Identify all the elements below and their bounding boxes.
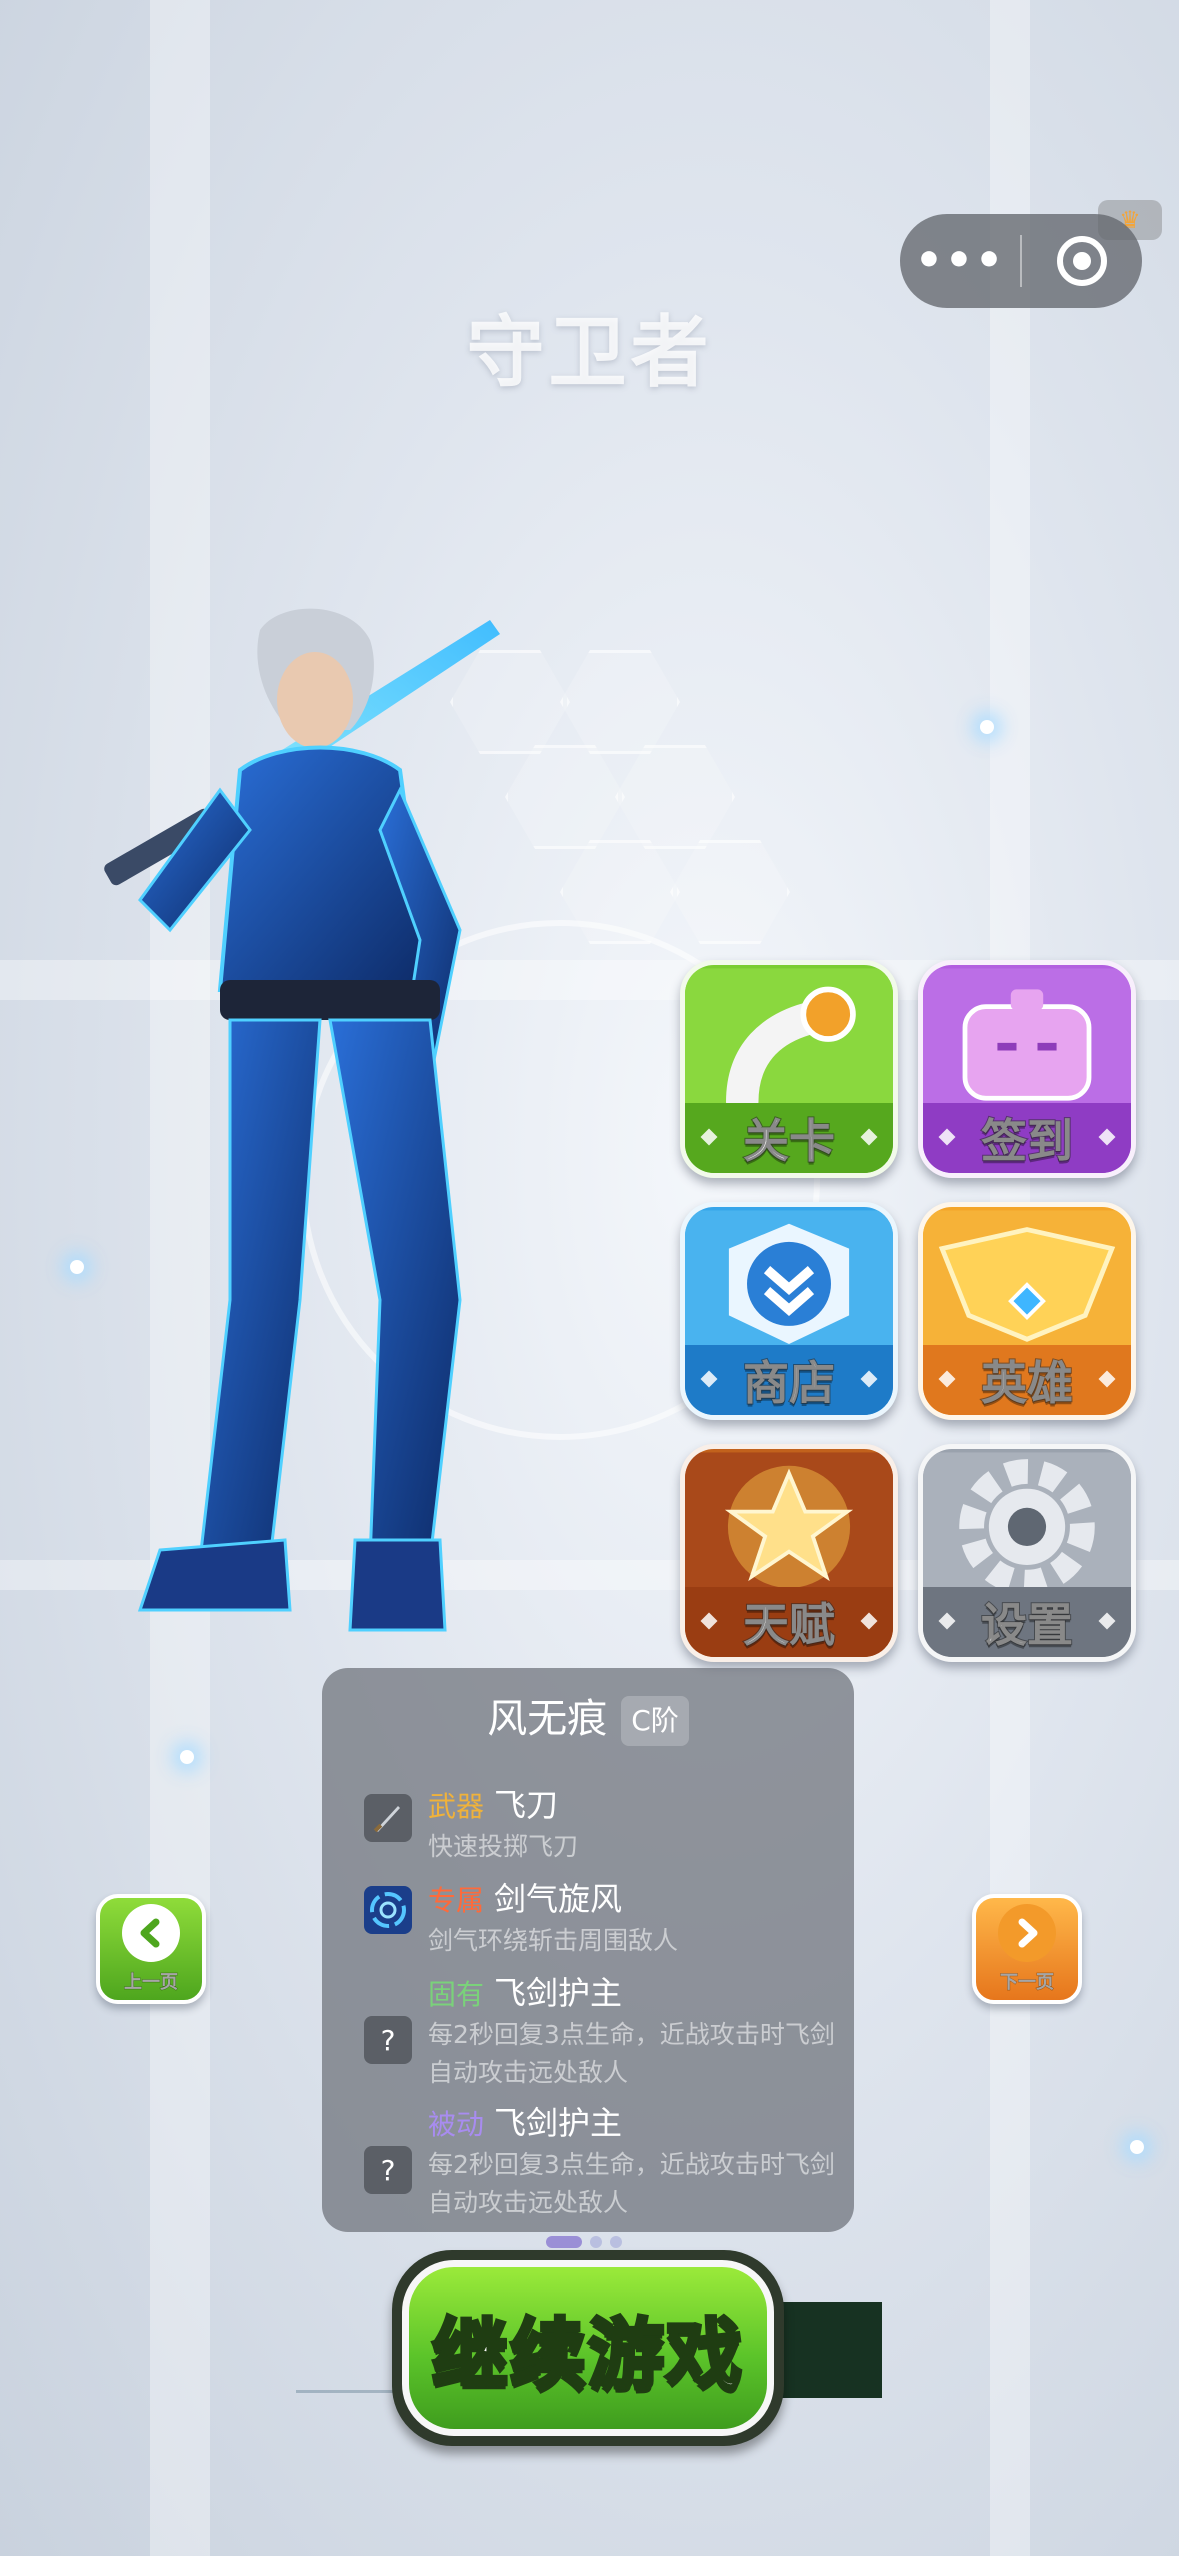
shop-badge-icon (685, 1210, 893, 1354)
skill-desc: 每2秒回复3点生命，近战攻击时飞剑自动攻击远处敌人 (428, 2150, 835, 2217)
gear-icon (923, 1452, 1131, 1596)
level-label: 关卡 (685, 1103, 893, 1173)
bg-hexagon (560, 650, 680, 754)
bg-hexagon (670, 840, 790, 944)
hero-label: 英雄 (923, 1345, 1131, 1415)
skill-name: 飞刀 (494, 1786, 559, 1824)
skill-desc: 每2秒回复3点生命，近战攻击时飞剑自动攻击远处敌人 (428, 2020, 835, 2087)
pipe-icon (685, 968, 893, 1115)
prev-page-button[interactable]: 上一页 (96, 1894, 206, 2004)
golden-star-icon (685, 1452, 893, 1596)
bg-hexagon (615, 745, 735, 849)
skill-title: 专属 剑气旋风 (428, 1874, 622, 1920)
next-page-label: 下一页 (1000, 1972, 1055, 1994)
skill-tag: 被动 (428, 2108, 485, 2141)
grade-badge: C阶 (621, 1696, 689, 1746)
hero-character-image (104, 608, 500, 1632)
skill-tag: 武器 (428, 1790, 485, 1823)
skill-title: 武器 飞刀 (428, 1780, 558, 1826)
talent-button[interactable]: 天赋 (680, 1444, 898, 1662)
hero-header: 风无痕 C阶 (322, 1686, 854, 1746)
continue-game-button[interactable]: 继续游戏 (392, 2250, 784, 2446)
skill-row: 武器 飞刀 快速投掷飞刀 (342, 1780, 842, 1861)
hero-button[interactable]: 英雄 (918, 1202, 1136, 1420)
skill-name: 飞剑护主 (494, 1974, 623, 2012)
page-dot (590, 2236, 602, 2248)
whirlwind-icon (364, 1886, 412, 1934)
page-dot (610, 2236, 622, 2248)
skill-title: 被动 飞剑护主 (428, 2098, 622, 2144)
talent-label: 天赋 (685, 1587, 893, 1657)
skill-desc: 剑气环绕斩击周围敌人 (428, 1926, 679, 1955)
skill-tag: 专属 (428, 1884, 485, 1917)
bg-glow (980, 720, 994, 734)
skill-row: 专属 剑气旋风 剑气环绕斩击周围敌人 (342, 1874, 842, 1955)
bg-glow (1130, 2140, 1144, 2154)
shop-label: 商店 (685, 1345, 893, 1415)
bg-glow (70, 1260, 84, 1274)
skill-row: ? 固有 飞剑护主 每2秒回复3点生命，近战攻击时飞剑自动攻击远处敌人 (342, 1968, 842, 2088)
skill-row: ? 被动 飞剑护主 每2秒回复3点生命，近战攻击时飞剑自动攻击远处敌人 (342, 2098, 842, 2218)
winged-crest-icon (923, 1210, 1131, 1354)
skill-title: 固有 飞剑护主 (428, 1968, 622, 2014)
decorative-line (296, 2390, 406, 2393)
hero-info-panel: 风无痕 C阶 武器 飞刀 快速投掷飞刀 专属 剑气旋风 剑气环绕斩击周围敌人 ? 固有… (322, 1668, 854, 2232)
close-target-icon (1057, 236, 1107, 286)
chevron-right-icon (998, 1904, 1056, 1962)
prev-page-label: 上一页 (124, 1972, 179, 1994)
continue-game-face: 继续游戏 (402, 2260, 774, 2436)
page-dot-active (546, 2236, 582, 2248)
level-button[interactable]: 关卡 (680, 960, 898, 1178)
sign-in-button[interactable]: 签到 (918, 960, 1136, 1178)
shop-button[interactable]: 商店 (680, 1202, 898, 1420)
settings-button[interactable]: 设置 (918, 1444, 1136, 1662)
close-button[interactable] (1022, 236, 1142, 286)
hero-name: 风无痕 (487, 1696, 608, 1742)
skill-name: 飞剑护主 (494, 2104, 623, 2142)
sign-in-label: 签到 (923, 1103, 1131, 1173)
question-icon: ? (364, 2146, 412, 2194)
skill-tag: 固有 (428, 1978, 485, 2011)
next-page-button[interactable]: 下一页 (972, 1894, 1082, 2004)
mini-program-capsule: ••• (900, 214, 1142, 308)
skill-name: 剑气旋风 (494, 1880, 623, 1918)
robot-icon (923, 968, 1131, 1112)
decorative-dark-block (780, 2302, 882, 2398)
bg-glow (180, 1750, 194, 1764)
question-icon: ? (364, 2016, 412, 2064)
settings-label: 设置 (923, 1587, 1131, 1657)
skill-desc: 快速投掷飞刀 (428, 1832, 579, 1861)
continue-game-label: 继续游戏 (430, 2308, 744, 2401)
chevron-left-icon (122, 1904, 180, 1962)
page-indicator (546, 2236, 622, 2248)
flying-knife-icon (364, 1794, 412, 1842)
more-button[interactable]: ••• (900, 214, 1020, 308)
